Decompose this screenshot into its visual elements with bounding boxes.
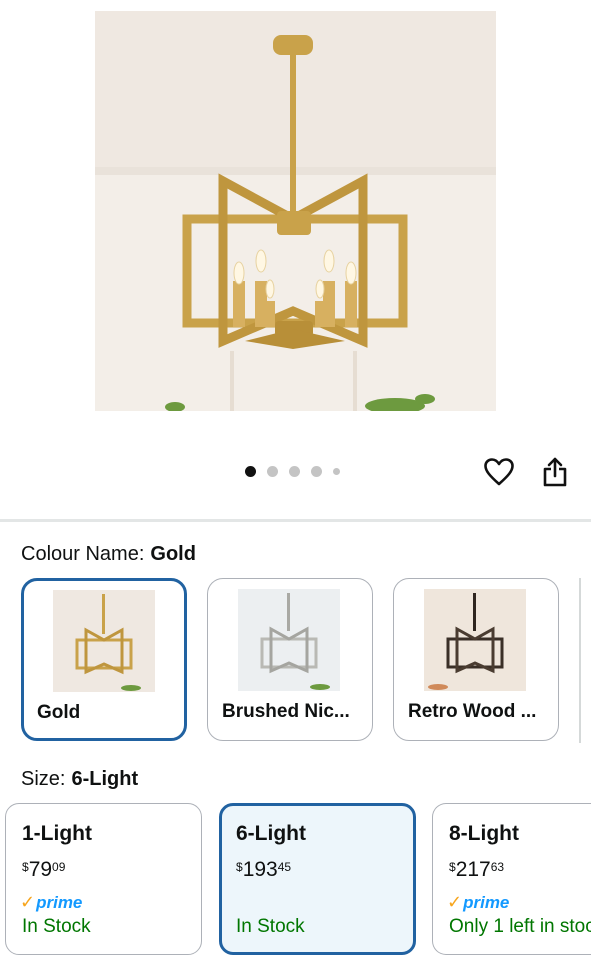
stock-status: In Stock [236, 916, 305, 937]
price-dollars: 193 [242, 858, 278, 881]
colour-option-label: Retro Wood ... [408, 701, 537, 722]
prime-check-icon: ✓ [447, 892, 463, 912]
price-cents: 45 [277, 860, 292, 874]
colour-option-brushed-nickel[interactable]: Brushed Nic... [207, 578, 373, 741]
size-option-1-light[interactable]: 1-Light $7909 ✓ prime In Stock [5, 803, 202, 955]
currency-symbol: $ [449, 860, 456, 874]
prime-label: prime [36, 892, 83, 912]
price-dollars: 217 [455, 858, 491, 881]
size-option-price: $19345 [236, 858, 291, 882]
size-option-price: $7909 [22, 858, 65, 882]
size-label-key: Size: [21, 768, 66, 790]
price-dollars: 79 [28, 858, 53, 881]
colour-option-gold[interactable]: Gold [21, 578, 187, 741]
share-button[interactable] [537, 454, 573, 490]
prime-badge: ✓ prime [20, 892, 82, 912]
size-option-title: 8-Light [449, 822, 519, 845]
stock-status: In Stock [22, 916, 91, 937]
carousel-dot-4[interactable] [311, 466, 322, 477]
colour-thumbnail-retro-wood [424, 589, 526, 691]
colour-thumbnail-gold [53, 590, 155, 692]
carousel-dot-5[interactable] [333, 468, 340, 475]
colour-selected-value: Gold [150, 543, 196, 565]
size-label: Size: 6-Light [21, 768, 138, 791]
prime-badge: ✓ prime [447, 892, 509, 912]
colour-option-label: Gold [37, 702, 81, 723]
currency-symbol: $ [236, 860, 243, 874]
colour-label-key: Colour Name: [21, 543, 145, 565]
size-option-price: $21763 [449, 858, 504, 882]
price-cents: 63 [490, 860, 505, 874]
more-options-edge [579, 578, 581, 743]
carousel-dot-2[interactable] [267, 466, 278, 477]
size-option-title: 6-Light [236, 822, 306, 845]
prime-label: prime [463, 892, 510, 912]
colour-option-label: Brushed Nic... [222, 701, 350, 722]
currency-symbol: $ [22, 860, 29, 874]
image-carousel-dots [245, 466, 340, 477]
colour-option-retro-wood[interactable]: Retro Wood ... [393, 578, 559, 741]
product-image[interactable] [95, 11, 496, 411]
heart-icon [484, 458, 514, 486]
carousel-dot-1[interactable] [245, 466, 256, 477]
prime-check-icon: ✓ [20, 892, 36, 912]
favorite-button[interactable] [481, 454, 517, 490]
price-cents: 09 [52, 860, 66, 874]
chandelier-illustration [165, 35, 435, 411]
section-divider [0, 519, 591, 522]
size-selected-value: 6-Light [71, 768, 139, 790]
carousel-dot-3[interactable] [289, 466, 300, 477]
size-option-8-light[interactable]: 8-Light $21763 ✓ prime Only 1 left in sto… [432, 803, 591, 955]
size-option-title: 1-Light [22, 822, 92, 845]
size-option-6-light[interactable]: 6-Light $19345 In Stock [219, 803, 416, 955]
colour-thumbnail-brushed-nickel [238, 589, 340, 691]
stock-status: Only 1 left in stoc [449, 916, 591, 937]
colour-name-label: Colour Name: Gold [21, 543, 196, 566]
share-icon [543, 457, 567, 487]
